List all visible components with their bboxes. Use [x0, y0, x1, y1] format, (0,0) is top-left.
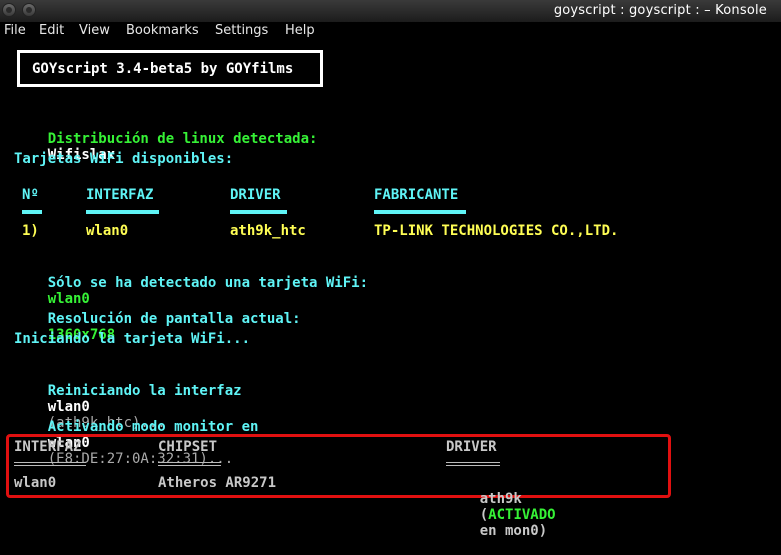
- t1-underline-interfaz: [86, 210, 159, 214]
- t2-activated-status: ACTIVADO: [488, 507, 556, 523]
- t2-underline-chipset: [158, 462, 221, 466]
- detected-label: Sólo se ha detectado una tarjeta WiFi:: [47, 275, 369, 291]
- t2-row-chipset: Atheros AR9271: [158, 475, 277, 491]
- script-banner-text: GOYscript 3.4-beta5 by GOYfilms: [32, 61, 294, 77]
- t1-row-num: 1): [22, 223, 39, 239]
- t2-underline-driver: [446, 462, 500, 466]
- scrollbar[interactable]: [775, 42, 781, 507]
- menu-edit[interactable]: Edit: [39, 23, 64, 38]
- menu-bar: File Edit View Bookmarks Settings Help: [0, 22, 781, 42]
- t1-header-fabricante: FABRICANTE: [374, 187, 459, 203]
- t2-header-chipset: CHIPSET: [158, 439, 218, 455]
- t2-header-interfaz: INTERFAZ: [14, 439, 82, 455]
- t2-paren: (: [479, 507, 489, 523]
- t2-header-driver: DRIVER: [446, 439, 497, 455]
- window-menu-icon[interactable]: [2, 3, 16, 17]
- pin-icon[interactable]: [22, 3, 36, 17]
- t1-header-num: Nº: [22, 187, 39, 203]
- window-title: goyscript : goyscript : – Konsole: [553, 3, 767, 18]
- menu-file[interactable]: File: [4, 23, 26, 38]
- menu-bookmarks[interactable]: Bookmarks: [126, 23, 199, 38]
- t1-header-interfaz: INTERFAZ: [86, 187, 154, 203]
- resolution-label: Resolución de pantalla actual:: [47, 311, 301, 327]
- starting-line: Iniciando la tarjeta WiFi...: [14, 331, 251, 347]
- t2-underline-interfaz: [14, 462, 86, 466]
- distro-label: Distribución de linux detectada:: [47, 131, 318, 147]
- distro-line: Distribución de linux detectada: Wifisla…: [14, 115, 318, 179]
- menu-help[interactable]: Help: [285, 23, 315, 38]
- restart-label: Reiniciando la interfaz: [47, 383, 242, 399]
- resolution-line: Resolución de pantalla actual: 1360x768: [14, 295, 301, 359]
- menu-view[interactable]: View: [79, 23, 110, 38]
- menu-settings[interactable]: Settings: [215, 23, 268, 38]
- t2-row-driver: ath9k (ACTIVADO en mon0): [446, 475, 556, 555]
- terminal-area[interactable]: GOYscript 3.4-beta5 by GOYfilms Distribu…: [0, 42, 781, 539]
- t1-row-driver: ath9k_htc: [230, 223, 306, 239]
- t1-header-driver: DRIVER: [230, 187, 281, 203]
- highlight-box: [6, 434, 671, 498]
- t1-row-interfaz: wlan0: [86, 223, 129, 239]
- t2-driver-name: ath9k: [479, 491, 522, 507]
- window-titlebar: goyscript : goyscript : – Konsole: [0, 0, 781, 22]
- t1-underline-driver: [230, 210, 287, 214]
- t1-row-fabricante: TP-LINK TECHNOLOGIES CO.,LTD.: [374, 223, 619, 239]
- monitor-label: Activando modo monitor en: [47, 419, 259, 435]
- cards-label: Tarjetas WiFi disponibles:: [14, 151, 234, 167]
- t2-monitor-iface: en mon0): [479, 523, 548, 539]
- t2-row-iface: wlan0: [14, 475, 57, 491]
- t1-underline-fabricante: [374, 210, 466, 214]
- t1-underline-num: [22, 210, 42, 214]
